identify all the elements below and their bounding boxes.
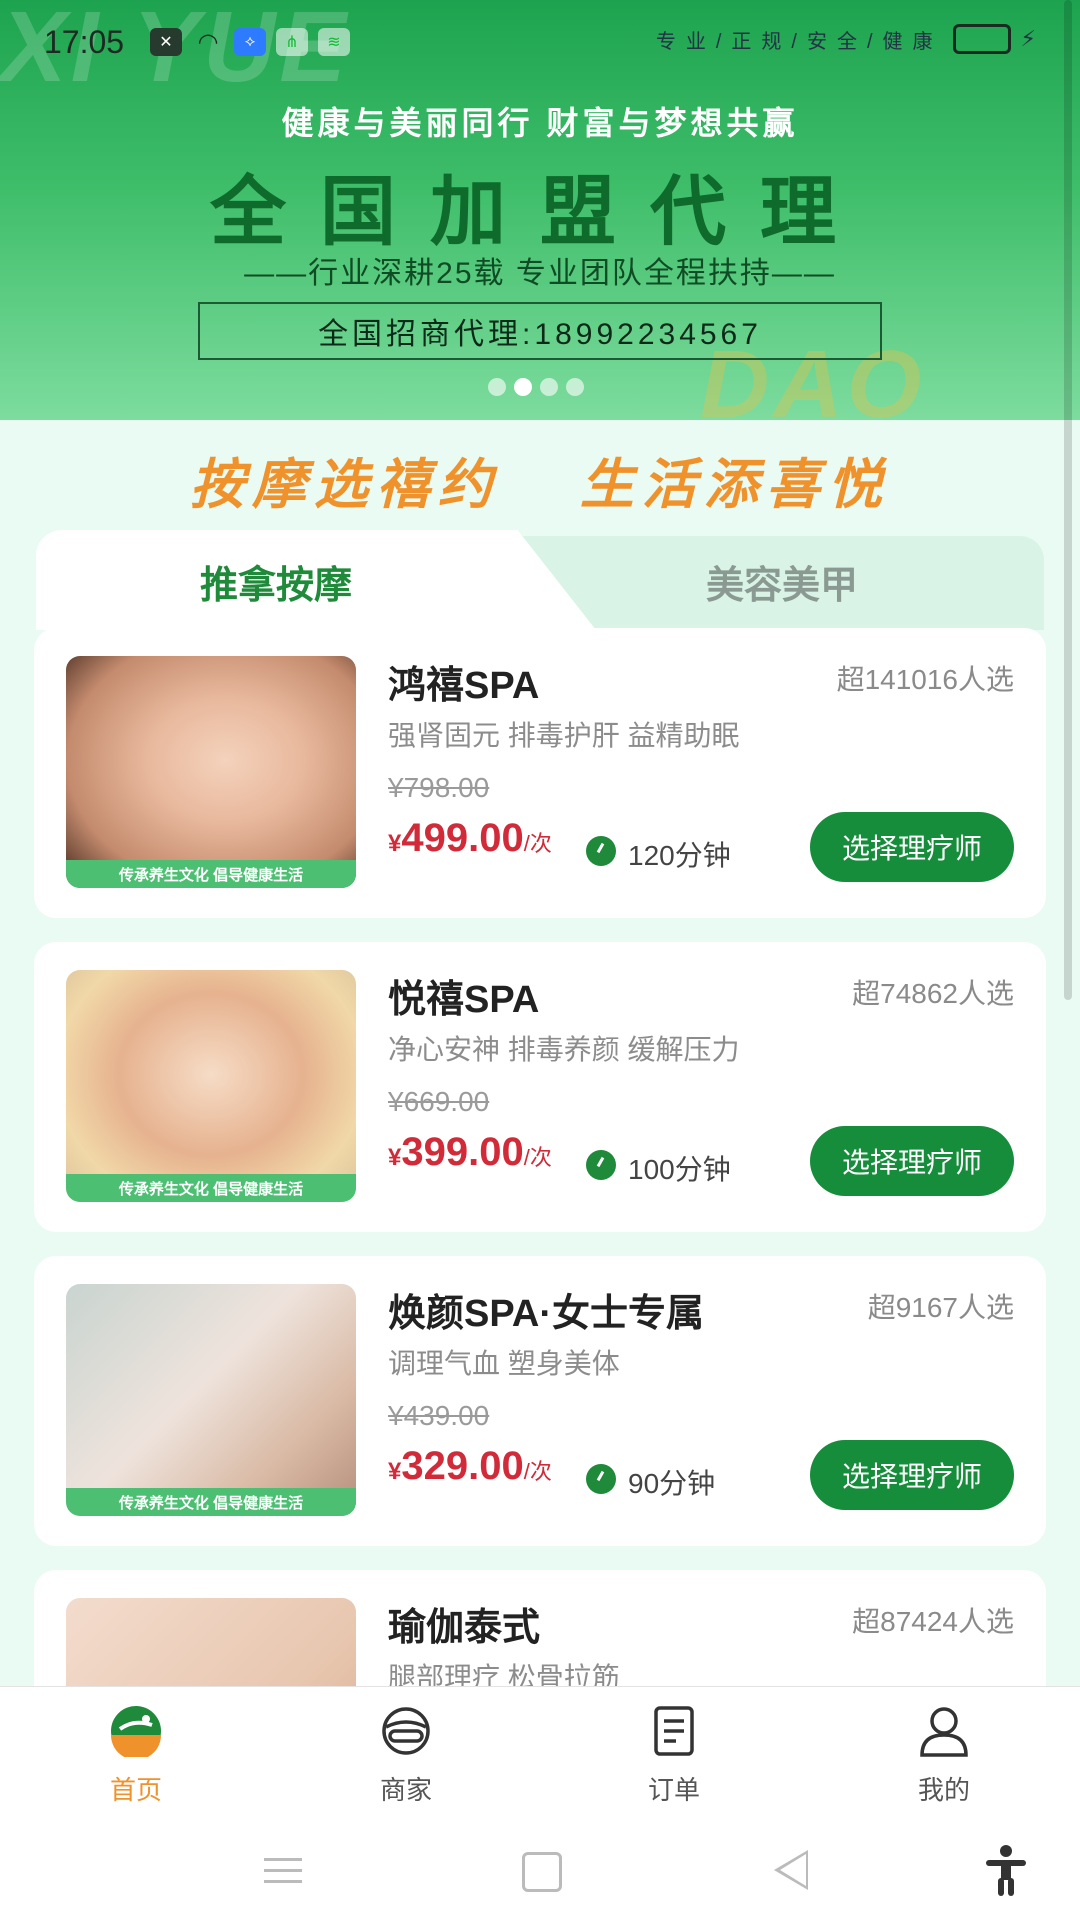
nav-mine-label: 我的 <box>917 1775 970 1805</box>
price-value: 499.00 <box>401 816 524 860</box>
pagination-dot-active[interactable] <box>514 378 532 396</box>
status-icons: ✕ ◠ ⟡ ⋔ ≋ <box>150 28 350 56</box>
service-name: 鸿禧SPA <box>388 665 540 707</box>
back-triangle-icon[interactable] <box>774 1850 808 1890</box>
slogan-right: 生活添喜悦 <box>580 455 890 515</box>
thumbnail-caption: 传承养生文化 倡导健康生活 <box>66 860 356 888</box>
pagination-dot[interactable] <box>488 378 506 396</box>
order-icon <box>654 1706 694 1756</box>
service-duration: 90分钟 <box>628 1468 716 1499</box>
service-duration: 100分钟 <box>628 1154 731 1185</box>
service-select-count: 超9167人选 <box>867 1292 1014 1323</box>
banner-tagline: ——行业深耕25载 专业团队全程扶持—— <box>244 257 836 290</box>
clock-icon <box>586 1150 616 1180</box>
service-thumbnail[interactable]: 传承养生文化 倡导健康生活 <box>66 970 356 1202</box>
banner-phone-box: 全国招商代理:18992234567 <box>198 302 882 360</box>
slogan-left: 按摩选禧约 <box>190 455 500 515</box>
service-name: 瑜伽泰式 <box>388 1607 541 1649</box>
category-tabs: 推拿按摩 美容美甲 <box>36 530 1044 630</box>
service-description: 调理气血 塑身美体 <box>388 1348 620 1379</box>
home-square-icon[interactable] <box>522 1852 562 1892</box>
system-nav-bar <box>0 1816 1080 1920</box>
price-unit: /次 <box>523 1145 552 1170</box>
nav-merchant[interactable]: 商家 <box>326 1705 486 1807</box>
service-select-count: 超87424人选 <box>852 1606 1014 1637</box>
service-price: ¥329.00/次 <box>388 1444 552 1489</box>
tab-massage-label[interactable]: 推拿按摩 <box>200 554 352 609</box>
banner-title: 全国加盟代理 <box>210 170 870 255</box>
battery-icon <box>952 24 1011 54</box>
slogan: 按摩选禧约 生活添喜悦 <box>0 440 1080 520</box>
banner-subtitle: 健康与美丽同行 财富与梦想共赢 <box>281 105 799 141</box>
service-duration: 120分钟 <box>628 840 731 871</box>
price-symbol: ¥ <box>388 1458 402 1485</box>
bottom-nav: 首页 商家 订单 我的 <box>0 1686 1080 1817</box>
price-unit: /次 <box>523 831 552 856</box>
service-price: ¥399.00/次 <box>388 1130 552 1175</box>
tab-beauty-label[interactable]: 美容美甲 <box>706 554 858 609</box>
price-unit: /次 <box>523 1459 552 1484</box>
service-original-price: ¥439.00 <box>388 1400 490 1431</box>
pagination-dot[interactable] <box>540 378 558 396</box>
service-name: 焕颜SPA·女士专属 <box>388 1293 704 1335</box>
price-value: 329.00 <box>401 1444 524 1488</box>
select-therapist-button[interactable]: 选择理疗师 <box>810 1440 1014 1510</box>
clock-icon <box>586 836 616 866</box>
status-slogan: 专业/正规/安全/健康 <box>655 30 943 53</box>
service-thumbnail[interactable]: 传承养生文化 倡导健康生活 <box>66 656 356 888</box>
clock-icon <box>586 1464 616 1494</box>
thumbnail-caption: 传承养生文化 倡导健康生活 <box>66 1488 356 1516</box>
select-therapist-button[interactable]: 选择理疗师 <box>810 812 1014 882</box>
service-description: 强肾固元 排毒护肝 益精助眠 <box>388 720 740 751</box>
nav-home-label: 首页 <box>109 1775 162 1805</box>
notification-icon: ✕ <box>150 28 182 56</box>
service-card[interactable]: 传承养生文化 倡导健康生活 鸿禧SPA 超141016人选 强肾固元 排毒护肝 … <box>34 628 1046 918</box>
status-bar: 17:05 ✕ ◠ ⟡ ⋔ ≋ 专业/正规/安全/健康 ⚡ <box>0 0 1080 90</box>
service-price: ¥499.00/次 <box>388 816 552 861</box>
layers-icon: ≋ <box>318 28 350 56</box>
menu-icon[interactable] <box>264 1858 302 1884</box>
service-select-count: 超74862人选 <box>852 978 1014 1009</box>
nav-mine[interactable]: 我的 <box>864 1705 1024 1807</box>
wifi-icon: ◠ <box>197 28 219 56</box>
select-therapist-button[interactable]: 选择理疗师 <box>810 1126 1014 1196</box>
accessibility-icon[interactable] <box>984 1844 1028 1896</box>
pagination-dot[interactable] <box>566 378 584 396</box>
nav-orders-label: 订单 <box>647 1775 700 1805</box>
service-original-price: ¥669.00 <box>388 1086 490 1117</box>
status-right: 专业/正规/安全/健康 ⚡ <box>656 24 1036 54</box>
nav-merchant-label: 商家 <box>379 1775 432 1805</box>
charging-icon: ⚡ <box>1020 26 1036 51</box>
nav-home[interactable]: 首页 <box>56 1705 216 1807</box>
banner-pagination <box>488 378 584 396</box>
app-notification-icon: ⟡ <box>234 28 266 56</box>
merchant-icon <box>382 1707 430 1755</box>
promo-banner[interactable]: XI YUE DAO JIA 17:05 ✕ ◠ ⟡ ⋔ ≋ 专业/正规/安全/… <box>0 0 1080 420</box>
service-card[interactable]: 传承养生文化 倡导健康生活 焕颜SPA·女士专属 超9167人选 调理气血 塑身… <box>34 1256 1046 1546</box>
price-symbol: ¥ <box>388 830 402 857</box>
service-name: 悦禧SPA <box>388 979 540 1021</box>
service-card[interactable]: 传承养生文化 倡导健康生活 悦禧SPA 超74862人选 净心安神 排毒养颜 缓… <box>34 942 1046 1232</box>
service-description: 净心安神 排毒养颜 缓解压力 <box>388 1034 740 1065</box>
service-original-price: ¥798.00 <box>388 772 490 803</box>
status-time: 17:05 <box>44 24 125 60</box>
nav-orders[interactable]: 订单 <box>594 1705 754 1807</box>
scrollbar[interactable] <box>1064 0 1072 1000</box>
home-logo-icon <box>111 1706 161 1760</box>
price-value: 399.00 <box>401 1130 524 1174</box>
share-icon: ⋔ <box>276 28 308 56</box>
thumbnail-caption: 传承养生文化 倡导健康生活 <box>66 1174 356 1202</box>
service-select-count: 超141016人选 <box>836 664 1014 695</box>
user-icon <box>920 1707 968 1757</box>
price-symbol: ¥ <box>388 1144 402 1171</box>
service-thumbnail[interactable]: 传承养生文化 倡导健康生活 <box>66 1284 356 1516</box>
